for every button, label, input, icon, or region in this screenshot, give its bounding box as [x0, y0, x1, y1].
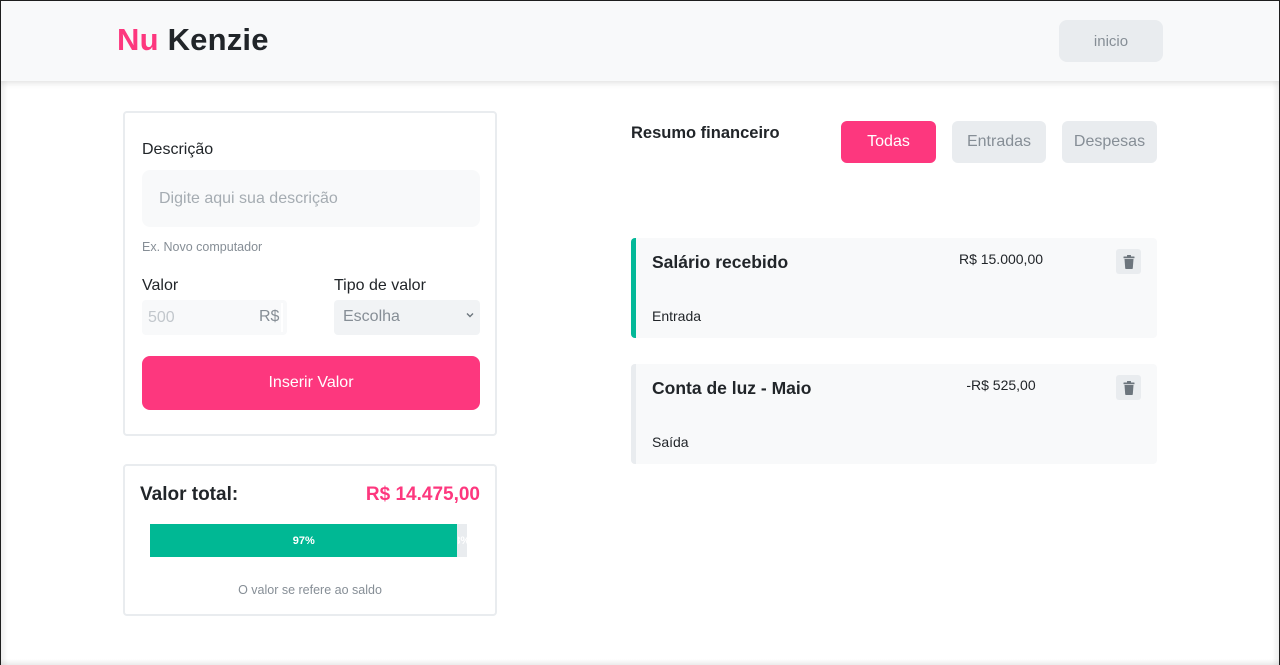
entry-accent [631, 238, 636, 338]
entry-amount: -R$ 525,00 [966, 377, 1036, 393]
entry-description: Salário recebido [652, 252, 789, 272]
balance-progress-bar: 97% 3% [150, 524, 467, 557]
transaction-form: Descrição Ex. Novo computador Valor R$ T… [123, 111, 497, 436]
description-hint: Ex. Novo computador [142, 240, 263, 254]
trash-icon [1123, 380, 1134, 395]
total-label: Valor total: [140, 484, 239, 505]
insert-value-button[interactable]: Inserir Valor [142, 356, 480, 410]
progress-fill: 97% [150, 524, 458, 557]
entry-type: Saída [652, 434, 689, 450]
description-input[interactable] [142, 170, 480, 227]
filter-expenses-button[interactable]: Despesas [1062, 121, 1157, 163]
progress-remaining: 3% [458, 524, 468, 557]
page-shadow-right [1272, 81, 1280, 665]
type-select[interactable]: Escolha [334, 300, 480, 335]
logo: Nu Kenzie [117, 22, 269, 58]
value-label: Valor [142, 277, 179, 294]
currency-label: R$ [259, 308, 280, 325]
currency-divider [281, 303, 283, 332]
entry-description: Conta de luz - Maio [652, 378, 812, 398]
logo-kenzie: Kenzie [167, 22, 269, 57]
list-item: Conta de luz - Maio -R$ 525,00 Saída [631, 364, 1157, 464]
value-input[interactable] [142, 300, 252, 335]
entry-amount: R$ 15.000,00 [958, 251, 1044, 267]
filter-all-button[interactable]: Todas [841, 121, 936, 163]
delete-entry-button[interactable] [1116, 375, 1141, 400]
total-note: O valor se refere ao saldo [238, 583, 382, 597]
trash-icon [1123, 254, 1134, 269]
total-value: R$ 14.475,00 [365, 484, 480, 505]
chevron-down-icon [466, 313, 474, 318]
summary-title: Resumo financeiro [631, 124, 780, 142]
type-label: Tipo de valor [334, 277, 426, 294]
home-button[interactable]: inicio [1059, 20, 1163, 62]
top-header: Nu Kenzie inicio [0, 0, 1280, 81]
value-field: R$ [142, 300, 287, 335]
filter-income-button[interactable]: Entradas [952, 121, 1046, 163]
page-shadow-left [0, 81, 8, 665]
delete-entry-button[interactable] [1116, 249, 1141, 274]
type-select-value: Escolha [343, 308, 400, 325]
description-label: Descrição [142, 141, 214, 158]
entry-type: Entrada [652, 308, 702, 324]
logo-nu: Nu [117, 22, 159, 57]
page-shadow-bottom [0, 659, 1280, 665]
list-item: Salário recebido R$ 15.000,00 Entrada [631, 238, 1157, 338]
entry-accent [631, 364, 636, 464]
total-card: Valor total: R$ 14.475,00 97% 3% O valor… [123, 464, 497, 616]
